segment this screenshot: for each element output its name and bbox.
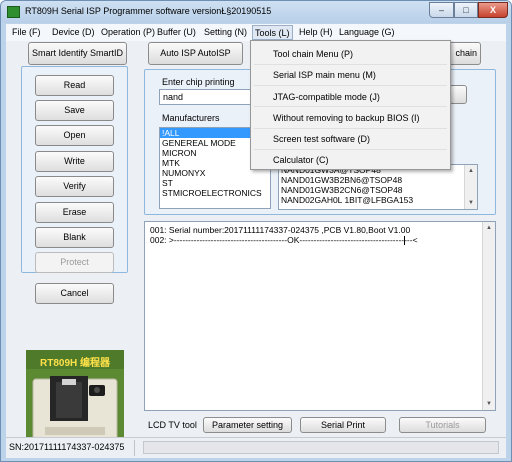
lcd-tv-tool-label: LCD TV tool [148,420,197,430]
status-divider [134,440,135,456]
erase-button[interactable]: Erase [35,202,114,223]
menu-item-backup-bios[interactable]: Without removing to backup BIOS (I) [273,113,420,123]
chip-list-scrollbar[interactable]: ▲ ▼ [464,165,477,209]
menu-item-toolchain[interactable]: Tool chain Menu (P) [273,49,353,59]
scroll-down-icon[interactable]: ▼ [483,398,495,410]
log-output[interactable]: 001: Serial number:20171111174337-024375… [144,221,496,411]
scroll-up-icon[interactable]: ▲ [465,165,477,177]
menu-language[interactable]: Language (G) [337,25,397,40]
menu-device[interactable]: Device (D) [50,25,97,40]
menu-file[interactable]: File (F) [10,25,43,40]
cancel-button[interactable]: Cancel [35,283,114,304]
menu-item-jtag[interactable]: JTAG-compatible mode (J) [273,92,380,102]
main-window: RT809H Serial ISP Programmer software ve… [0,0,512,462]
scroll-up-icon[interactable]: ▲ [483,222,495,234]
chip-item[interactable]: NAND02GAH0L 1BIT@LFBGA153 [279,195,477,205]
chip-list[interactable]: NAND01GW3A@TSOP48 NAND01GW3B2BN6@TSOP48 … [278,164,478,210]
protect-button[interactable]: Protect [35,252,114,273]
menu-separator [254,128,447,129]
chip-item[interactable]: NAND01GW3B2CN6@TSOP48 [279,185,477,195]
log-scrollbar[interactable]: ▲ ▼ [482,222,495,410]
minimize-button[interactable]: – [429,2,454,18]
blank-button[interactable]: Blank [35,227,114,248]
menu-separator [254,64,447,65]
menu-operation[interactable]: Operation (P) [99,25,157,40]
text-caret [404,236,405,245]
smart-identify-button[interactable]: Smart Identify SmartID [28,42,127,65]
parameter-setting-button[interactable]: Parameter setting [203,417,292,433]
enter-chip-label: Enter chip printing [162,77,235,87]
log-line: 001: Serial number:20171111174337-024375… [150,225,411,235]
menu-buffer[interactable]: Buffer (U) [155,25,198,40]
scroll-down-icon[interactable]: ▼ [465,197,477,209]
menu-separator [254,149,447,150]
close-button[interactable]: X [478,2,508,18]
verify-button[interactable]: Verify [35,176,114,197]
menu-item-serial-isp[interactable]: Serial ISP main menu (M) [273,70,376,80]
serial-print-button[interactable]: Serial Print [300,417,386,433]
search-go-button[interactable] [449,85,467,104]
chip-search-input[interactable]: nand [159,89,255,105]
menu-help[interactable]: Help (H) [297,25,335,40]
title-bar[interactable]: RT809H Serial ISP Programmer software ve… [1,1,511,23]
tools-dropdown-menu: Tool chain Menu (P) Serial ISP main menu… [250,40,451,170]
tutorials-button[interactable]: Tutorials [399,417,486,433]
manufacturer-item[interactable]: ST [160,178,270,188]
menu-tools[interactable]: Tools (L) [252,25,293,40]
read-button[interactable]: Read [35,75,114,96]
window-title: RT809H Serial ISP Programmer software ve… [25,6,272,16]
save-button[interactable]: Save [35,100,114,121]
open-button[interactable]: Open [35,125,114,146]
status-bar: SN:20171111174337-024375 [6,437,506,458]
device-image: RT809H 编程器 [26,350,124,449]
serial-number-status: SN:20171111174337-024375 [9,442,125,452]
manufacturer-item[interactable]: STMICROELECTRONICS [160,188,270,198]
maximize-button[interactable]: □ [454,2,478,18]
menu-item-screen-test[interactable]: Screen test software (D) [273,134,370,144]
menu-separator [254,106,447,107]
chip-item[interactable]: NAND01GW3B2BN6@TSOP48 [279,175,477,185]
log-line: 002: >----------------------------------… [150,235,418,245]
app-icon [7,6,20,18]
auto-isp-button[interactable]: Auto ISP AutoISP [148,42,243,65]
menu-item-calculator[interactable]: Calculator (C) [273,155,329,165]
menu-separator [254,85,447,86]
device-image-label: RT809H 编程器 [39,358,110,369]
progress-bar [143,441,499,454]
menu-setting[interactable]: Setting (N) [202,25,249,40]
menu-bar: File (F) Device (D) Operation (P) Buffer… [6,24,506,41]
write-button[interactable]: Write [35,151,114,172]
manufacturers-label: Manufacturers [162,113,220,123]
